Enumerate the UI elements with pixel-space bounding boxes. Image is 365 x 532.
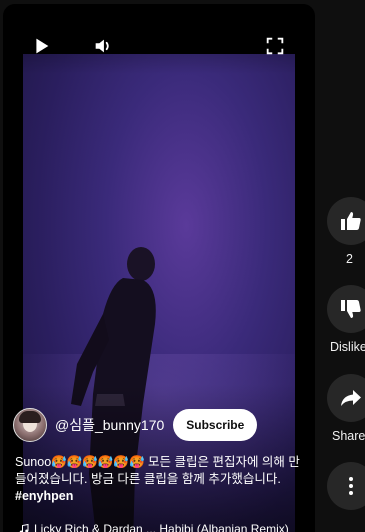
volume-icon	[95, 39, 109, 53]
channel-name[interactable]: @심플_bunny170	[55, 415, 164, 435]
avatar[interactable]	[13, 408, 47, 442]
share-button[interactable]	[327, 374, 365, 422]
share-icon	[341, 390, 361, 406]
subscribe-button[interactable]: Subscribe	[173, 409, 258, 441]
like-count: 2	[346, 252, 353, 266]
thumbs-up-icon	[341, 212, 361, 230]
share-label: Share	[332, 429, 365, 443]
fullscreen-icon	[266, 37, 284, 55]
more-vertical-icon	[349, 477, 353, 495]
description-text: Sunoo🥵🥵🥵🥵🥵🥵 모든 클립은 편집자에 의해 만들어졌습니다. 방금 다…	[15, 455, 300, 486]
thumbs-down-icon	[341, 300, 361, 318]
music-row[interactable]: Licky Rich & Dardan ... Habibi (Albanian…	[18, 521, 308, 532]
more-button[interactable]	[327, 462, 365, 510]
video-player[interactable]	[3, 4, 315, 532]
like-button[interactable]	[327, 197, 365, 245]
play-icon	[36, 38, 49, 54]
video-description[interactable]: Sunoo🥵🥵🥵🥵🥵🥵 모든 클립은 편집자에 의해 만들어졌습니다. 방금 다…	[15, 454, 305, 505]
hashtag-link[interactable]: #enyhpen	[15, 489, 73, 503]
play-button[interactable]	[27, 32, 55, 60]
shorts-screen: @심플_bunny170 Subscribe Sunoo🥵🥵🥵🥵🥵🥵 모든 클립…	[0, 0, 365, 532]
dislike-label: Dislike	[330, 340, 365, 354]
music-title: Licky Rich & Dardan ... Habibi (Albanian…	[34, 522, 289, 532]
channel-row: @심플_bunny170 Subscribe	[13, 408, 258, 442]
fullscreen-button[interactable]	[261, 32, 289, 60]
volume-button[interactable]	[89, 32, 117, 60]
dislike-button[interactable]	[327, 285, 365, 333]
music-note-icon	[19, 523, 29, 532]
avatar-hair	[19, 411, 41, 423]
